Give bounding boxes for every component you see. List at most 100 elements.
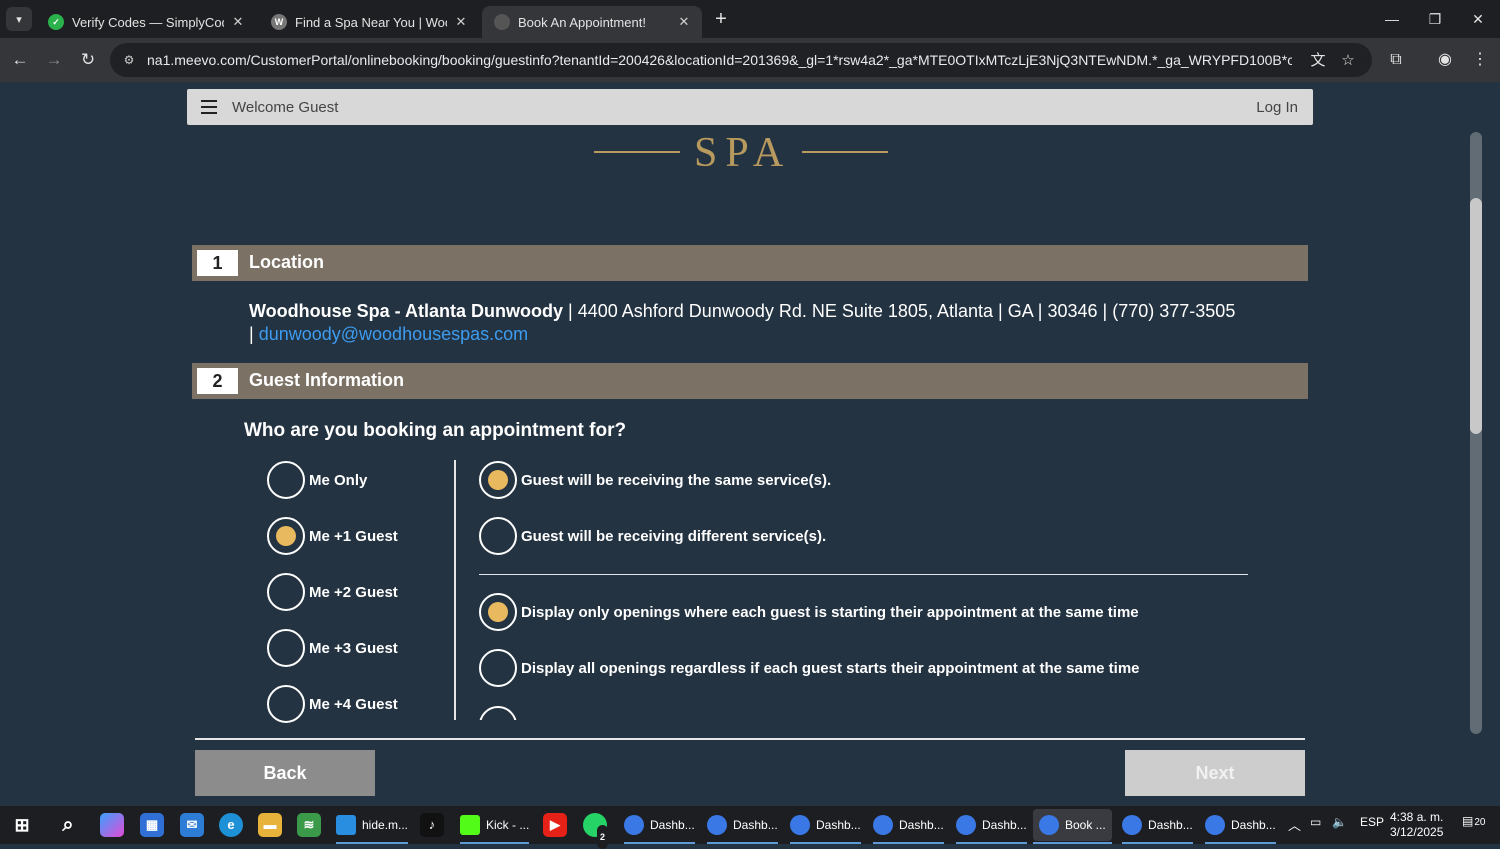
tab-title: Find a Spa Near You | Woodhou [295, 14, 447, 30]
profile-avatar-icon[interactable]: ◉ [1434, 49, 1456, 71]
hamburger-menu-icon[interactable] [201, 100, 217, 114]
chrome-icon [1122, 815, 1142, 835]
site-info-icon[interactable]: ⚙ [120, 51, 138, 69]
chrome-icon [624, 815, 644, 835]
close-window-icon[interactable]: ✕ [1463, 8, 1493, 30]
tab-title: Verify Codes — SimplyCodes [72, 14, 224, 30]
system-clock[interactable]: 4:38 a. m. 3/12/2025 [1390, 810, 1443, 840]
browser-tab-simplycodes[interactable]: ✓ Verify Codes — SimplyCodes ✕ [36, 6, 256, 38]
location-email-link[interactable]: dunwoody@woodhousespas.com [259, 324, 528, 344]
option-label[interactable]: Me Only [309, 472, 367, 489]
option-label[interactable]: Me +4 Guest [309, 696, 398, 713]
login-link[interactable]: Log In [1256, 99, 1298, 116]
close-tab-icon[interactable]: ✕ [230, 14, 246, 30]
taskbar-app-dashboard-3[interactable]: Dashb... [790, 809, 861, 844]
mail-icon[interactable]: ✉ [180, 813, 204, 837]
forward-arrow-icon[interactable]: → [43, 49, 65, 71]
copilot-icon[interactable] [100, 813, 124, 837]
notifications-icon[interactable]: ▤20 [1462, 814, 1485, 828]
minimize-window-icon[interactable]: — [1377, 8, 1407, 30]
taskbar-app-book-appointment[interactable]: Book ... [1033, 809, 1112, 844]
booking-question: Who are you booking an appointment for? [244, 420, 627, 441]
radio-me-plus-3-guest[interactable] [267, 629, 305, 667]
options-divider [454, 460, 456, 720]
network-icon[interactable]: ▭ [1310, 815, 1321, 829]
restore-window-icon[interactable]: ❐ [1420, 8, 1450, 30]
meevo-favicon-icon [494, 14, 510, 30]
back-arrow-icon[interactable]: ← [9, 49, 31, 71]
location-name: Woodhouse Spa - Atlanta Dunwoody [249, 301, 563, 321]
back-button[interactable]: Back [195, 750, 375, 796]
footer-divider [195, 738, 1305, 740]
bookmark-star-icon[interactable]: ☆ [1338, 51, 1358, 71]
edge-icon[interactable]: e [219, 813, 243, 837]
spa-logo: SPA [594, 127, 888, 177]
option-label[interactable]: Me +3 Guest [309, 640, 398, 657]
option-label[interactable]: Guest will be receiving different servic… [521, 528, 826, 545]
radio-me-plus-4-guest[interactable] [267, 685, 305, 723]
clock-date: 3/12/2025 [1390, 825, 1444, 839]
welcome-text: Welcome Guest [232, 99, 339, 116]
tab-title: Book An Appointment! [518, 14, 646, 30]
browser-tab-book-appointment[interactable]: Book An Appointment! ✕ [482, 6, 702, 38]
option-label[interactable]: Me +2 Guest [309, 584, 398, 601]
taskbar-app-dashboard-6[interactable]: Dashb... [1122, 809, 1193, 844]
taskbar-app-dashboard-5[interactable]: Dashb... [956, 809, 1027, 844]
taskbar-app-kick[interactable]: Kick - ... [460, 809, 530, 844]
radio-same-services[interactable] [479, 461, 517, 499]
logo-text: SPA [694, 130, 792, 176]
tiktok-icon[interactable]: ♪ [420, 813, 444, 837]
location-state: GA [1007, 301, 1033, 321]
taskbar-app-dashboard-4[interactable]: Dashb... [873, 809, 944, 844]
taskbar-app-dashboard-7[interactable]: Dashb... [1205, 809, 1276, 844]
option-label[interactable]: Display all openings regardless if each … [521, 660, 1140, 677]
radio-clipped[interactable] [479, 706, 517, 720]
radio-me-only[interactable] [267, 461, 305, 499]
file-explorer-icon[interactable]: ▬ [258, 813, 282, 837]
reload-icon[interactable]: ↻ [77, 49, 99, 71]
browser-tab-woodhouse[interactable]: W Find a Spa Near You | Woodhou ✕ [259, 6, 479, 38]
option-label[interactable]: Display only openings where each guest i… [521, 604, 1139, 621]
windows-start-icon[interactable]: ⊞ [10, 813, 34, 837]
radio-me-plus-2-guest[interactable] [267, 573, 305, 611]
section-divider [479, 574, 1248, 575]
close-tab-icon[interactable]: ✕ [453, 14, 469, 30]
scrollbar-thumb[interactable] [1470, 198, 1482, 434]
radio-all-openings[interactable] [479, 649, 517, 687]
layers-app-icon[interactable]: ≋ [297, 813, 321, 837]
clock-time: 4:38 a. m. [1390, 810, 1444, 824]
browser-menu-kebab-icon[interactable]: ⋮ [1469, 49, 1491, 71]
new-tab-plus-icon[interactable]: + [710, 8, 732, 30]
language-indicator[interactable]: ESP [1360, 815, 1384, 829]
tray-chevron-up-icon[interactable]: ︿ [1288, 815, 1301, 834]
search-icon[interactable]: ⌕ [56, 813, 80, 837]
location-details: Woodhouse Spa - Atlanta Dunwoody | 4400 … [249, 301, 1236, 344]
address-bar[interactable]: ⚙ na1.meevo.com/CustomerPortal/onlineboo… [110, 43, 1372, 77]
translate-icon[interactable]: 文 [1308, 51, 1328, 71]
volume-icon[interactable]: 🔈 [1332, 815, 1347, 829]
simplycodes-favicon-icon: ✓ [48, 14, 64, 30]
youtube-icon[interactable]: ▶ [543, 813, 567, 837]
extensions-puzzle-icon[interactable]: ⧉ [1385, 49, 1407, 71]
taskbar-app-dashboard-2[interactable]: Dashb... [707, 809, 778, 844]
store-icon[interactable]: ▦ [140, 813, 164, 837]
chrome-icon [956, 815, 976, 835]
url-text[interactable]: na1.meevo.com/CustomerPortal/onlinebooki… [147, 52, 1292, 68]
kick-app-icon [460, 815, 480, 835]
taskbar-app-hide[interactable]: hide.m... [336, 809, 409, 844]
radio-same-start-time[interactable] [479, 593, 517, 631]
option-label[interactable]: Me +1 Guest [309, 528, 398, 545]
whatsapp-icon[interactable]: 2 [583, 813, 609, 849]
next-button[interactable]: Next [1125, 750, 1305, 796]
taskbar-app-dashboard-1[interactable]: Dashb... [624, 809, 695, 844]
windows-taskbar: ⊞ ⌕ ▦ ✉ e ▬ ≋ hide.m... ♪ Kick - ... ▶ 2… [0, 806, 1500, 849]
page-scrollbar[interactable] [1468, 132, 1484, 734]
tab-search-chevron-icon[interactable]: ▾ [6, 7, 32, 31]
step-number: 2 [197, 368, 238, 394]
step-title: Location [249, 252, 324, 272]
radio-different-services[interactable] [479, 517, 517, 555]
chrome-icon [1205, 815, 1225, 835]
radio-me-plus-1-guest[interactable] [267, 517, 305, 555]
option-label[interactable]: Guest will be receiving the same service… [521, 472, 831, 489]
close-tab-icon[interactable]: ✕ [676, 14, 692, 30]
